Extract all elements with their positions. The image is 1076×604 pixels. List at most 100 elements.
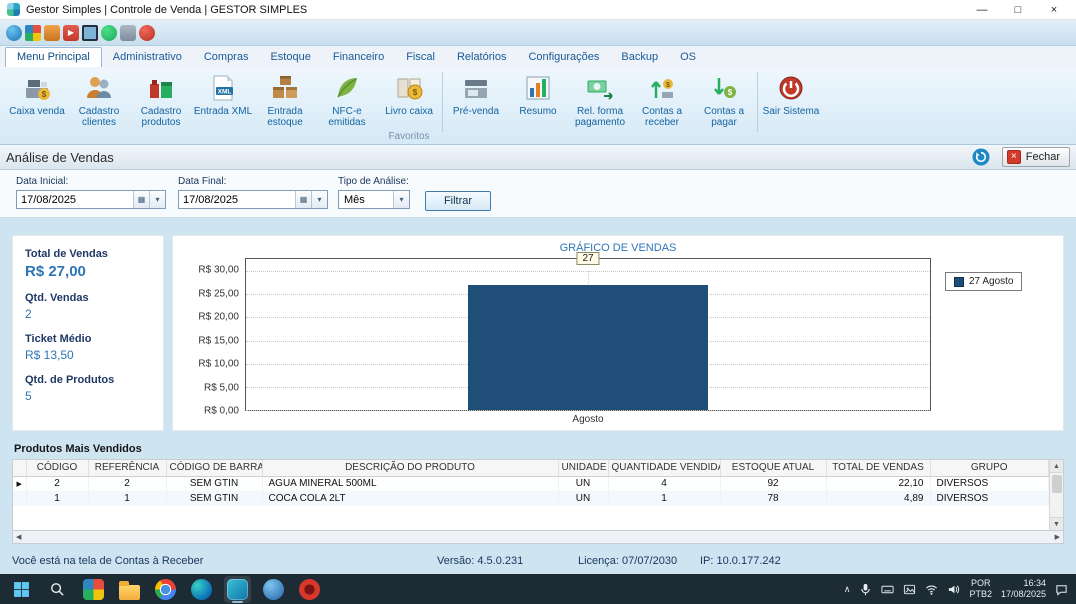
- minimize-button[interactable]: —: [964, 0, 1000, 19]
- cell-quantidade[interactable]: 1: [608, 491, 721, 506]
- tab-financeiro[interactable]: Financeiro: [322, 48, 395, 67]
- video-icon[interactable]: ▶: [63, 24, 79, 41]
- cell-referencia[interactable]: 1: [88, 491, 167, 506]
- tab-estoque[interactable]: Estoque: [259, 48, 321, 67]
- ribbon-item-entrada-xml[interactable]: XML Entrada XML: [192, 67, 254, 144]
- ribbon-item-pre-venda[interactable]: Pré-venda: [445, 67, 507, 144]
- cell-estoque[interactable]: 92: [720, 476, 827, 491]
- taskbar-edge[interactable]: [188, 576, 215, 603]
- column-header[interactable]: DESCRIÇÃO DO PRODUTO: [262, 460, 559, 477]
- start-button[interactable]: [8, 576, 35, 603]
- tab-os[interactable]: OS: [669, 48, 707, 67]
- cell-unidade[interactable]: UN: [558, 491, 609, 506]
- tab-configuracoes[interactable]: Configurações: [517, 48, 610, 67]
- table-row[interactable]: 1 1 SEM GTIN COCA COLA 2LT UN 1 78 4,89 …: [13, 491, 1049, 506]
- cell-codigo-barras[interactable]: SEM GTIN: [166, 476, 263, 491]
- cell-estoque[interactable]: 78: [720, 491, 827, 506]
- taskbar-chrome[interactable]: [152, 576, 179, 603]
- tab-relatorios[interactable]: Relatórios: [446, 48, 518, 67]
- ribbon-item-resumo[interactable]: Resumo: [507, 67, 569, 144]
- column-header[interactable]: GRUPO: [930, 460, 1049, 477]
- mic-icon[interactable]: [859, 583, 872, 596]
- globe-icon[interactable]: [6, 24, 22, 41]
- table-row[interactable]: ▶ 2 2 SEM GTIN AGUA MINERAL 500ML UN 4 9…: [13, 476, 1049, 491]
- cell-total[interactable]: 22,10: [826, 476, 931, 491]
- taskbar-app-grid[interactable]: [80, 576, 107, 603]
- ribbon-item-contas-a-receber[interactable]: $ Contas a receber: [631, 67, 693, 144]
- column-header[interactable]: ESTOQUE ATUAL: [720, 460, 827, 477]
- power-icon[interactable]: [139, 24, 155, 41]
- ribbon-item-entrada-estoque[interactable]: Entrada estoque: [254, 67, 316, 144]
- scroll-down-icon[interactable]: ▼: [1050, 517, 1063, 530]
- wifi-icon[interactable]: [925, 583, 938, 596]
- volume-icon[interactable]: [947, 583, 960, 596]
- notification-icon[interactable]: [1055, 583, 1068, 596]
- column-header[interactable]: REFERÊNCIA: [88, 460, 167, 477]
- chevron-down-icon[interactable]: ▾: [149, 191, 165, 208]
- cell-grupo[interactable]: DIVERSOS: [930, 491, 1049, 506]
- calendar-icon[interactable]: ▦: [133, 191, 149, 208]
- cell-quantidade[interactable]: 4: [608, 476, 721, 491]
- close-button[interactable]: ×: [1036, 0, 1072, 19]
- ribbon-item-rel-forma-pagamento[interactable]: Rel. forma pagamento: [569, 67, 631, 144]
- calendar-icon[interactable]: ▦: [295, 191, 311, 208]
- ribbon-item-nfce-emitidas[interactable]: NFC-e emitidas: [316, 67, 378, 144]
- maximize-button[interactable]: □: [1000, 0, 1036, 19]
- language-indicator[interactable]: POR PTB2: [969, 578, 992, 600]
- column-header[interactable]: UNIDADE: [558, 460, 609, 477]
- cell-grupo[interactable]: DIVERSOS: [930, 476, 1049, 491]
- monitor-icon[interactable]: [82, 24, 98, 41]
- taskbar-recorder[interactable]: [296, 576, 323, 603]
- cart-icon[interactable]: [44, 24, 60, 41]
- keyboard-icon[interactable]: [881, 583, 894, 596]
- taskbar-search[interactable]: [44, 576, 71, 603]
- payables-icon: $: [714, 78, 736, 98]
- refresh-icon[interactable]: [972, 148, 990, 166]
- image-icon[interactable]: [903, 583, 916, 596]
- taskbar-browser[interactable]: [260, 576, 287, 603]
- scroll-left-icon[interactable]: ◀: [16, 533, 21, 541]
- cell-codigo[interactable]: 1: [26, 491, 89, 506]
- horizontal-scrollbar[interactable]: ◀ ▶: [12, 531, 1064, 544]
- ribbon-item-cadastro-clientes[interactable]: Cadastro clientes: [68, 67, 130, 144]
- cell-unidade[interactable]: UN: [558, 476, 609, 491]
- vertical-scrollbar[interactable]: ▲ ▼: [1049, 460, 1063, 530]
- tab-compras[interactable]: Compras: [193, 48, 260, 67]
- chart-bar: [468, 284, 708, 410]
- column-header[interactable]: CÓDIGO: [26, 460, 89, 477]
- ribbon-item-caixa-venda[interactable]: $ Caixa venda: [6, 67, 68, 144]
- taskbar-file-explorer[interactable]: [116, 576, 143, 603]
- cell-descricao[interactable]: COCA COLA 2LT: [262, 491, 559, 506]
- cell-descricao[interactable]: AGUA MINERAL 500ML: [262, 476, 559, 491]
- tools-icon[interactable]: [120, 24, 136, 41]
- tab-menu-principal[interactable]: Menu Principal: [5, 47, 102, 67]
- cell-referencia[interactable]: 2: [88, 476, 167, 491]
- cell-codigo[interactable]: 2: [26, 476, 89, 491]
- scrollbar-thumb[interactable]: [1051, 475, 1062, 493]
- whatsapp-icon[interactable]: [101, 24, 117, 41]
- taskbar-clock[interactable]: 16:34 17/08/2025: [1001, 578, 1046, 600]
- scroll-up-icon[interactable]: ▲: [1050, 460, 1063, 473]
- tipo-analise-select[interactable]: Mês ▾: [338, 190, 410, 209]
- chevron-down-icon[interactable]: ▾: [311, 191, 327, 208]
- data-inicial-input[interactable]: [17, 191, 133, 208]
- filtrar-button[interactable]: Filtrar: [425, 191, 491, 211]
- chevron-up-icon[interactable]: ∧: [844, 584, 851, 595]
- status-location-text: Você está na tela de Contas à Receber: [12, 555, 204, 567]
- cell-total[interactable]: 4,89: [826, 491, 931, 506]
- scroll-right-icon[interactable]: ▶: [1055, 533, 1060, 541]
- cell-codigo-barras[interactable]: SEM GTIN: [166, 491, 263, 506]
- tab-administrativo[interactable]: Administrativo: [102, 48, 193, 67]
- ribbon-item-contas-a-pagar[interactable]: $ Contas a pagar: [693, 67, 755, 144]
- column-header[interactable]: TOTAL DE VENDAS: [826, 460, 931, 477]
- fechar-button[interactable]: × Fechar: [1001, 147, 1070, 167]
- column-header[interactable]: QUANTIDADE VENDIDA: [608, 460, 721, 477]
- apps-grid-icon[interactable]: [25, 24, 41, 41]
- column-header[interactable]: CÓDIGO DE BARRAS: [166, 460, 263, 477]
- ribbon-item-cadastro-produtos[interactable]: Cadastro produtos: [130, 67, 192, 144]
- tab-fiscal[interactable]: Fiscal: [395, 48, 446, 67]
- data-final-input[interactable]: [179, 191, 295, 208]
- ribbon-item-sair-sistema[interactable]: Sair Sistema: [760, 67, 822, 144]
- tab-backup[interactable]: Backup: [610, 48, 669, 67]
- taskbar-gestor-app[interactable]: [224, 575, 251, 603]
